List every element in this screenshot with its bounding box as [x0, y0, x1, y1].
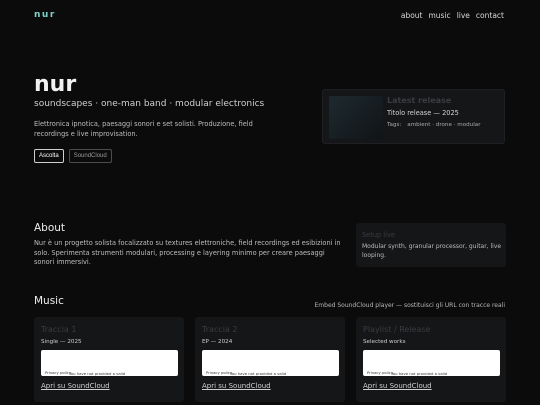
- top-bar: nur about music live contact: [0, 0, 540, 30]
- nav-link-about[interactable]: about: [401, 11, 423, 20]
- hero-buttons: Ascolta SoundCloud: [34, 149, 112, 163]
- setup-title: Setup live: [362, 231, 395, 239]
- open-soundcloud-link[interactable]: Apri su SoundCloud: [363, 382, 432, 390]
- hero-description: Elettronica ipnotica, paesaggi sonori e …: [34, 120, 253, 138]
- release-tags-label: Tags:: [387, 122, 402, 128]
- track-card: Traccia 2 EP — 2024 Privacy policy You h…: [195, 317, 345, 402]
- nav-link-music[interactable]: music: [429, 11, 451, 20]
- soundcloud-button[interactable]: SoundCloud: [68, 149, 112, 163]
- soundcloud-embed[interactable]: Privacy policy You have not provided a v…: [363, 350, 500, 376]
- brand-logo[interactable]: nur: [34, 10, 56, 20]
- open-soundcloud-link[interactable]: Apri su SoundCloud: [202, 382, 271, 390]
- setup-text: Modular synth, granular processor, guita…: [362, 243, 502, 259]
- about-heading: About: [34, 222, 66, 234]
- hero-title: nur: [34, 72, 77, 97]
- latest-release-card[interactable]: Latest release Titolo release — 2025 Tag…: [322, 89, 505, 144]
- track-subtitle: Selected works: [363, 339, 406, 345]
- embed-note: Embed SoundCloud player — sostituisci gl…: [314, 302, 506, 309]
- music-heading: Music: [34, 295, 64, 307]
- embed-message: You have not provided a valid: [230, 371, 287, 376]
- nav-link-live[interactable]: live: [457, 11, 470, 20]
- release-title: Titolo release — 2025: [387, 109, 459, 117]
- about-text: Nur è un progetto solista focalizzato su…: [34, 239, 341, 266]
- track-title: Traccia 2: [202, 325, 238, 334]
- embed-privacy-link[interactable]: Privacy policy: [206, 370, 232, 375]
- music-cards: Traccia 1 Single — 2025 Privacy policy Y…: [34, 317, 506, 402]
- release-tags-values: ambient · drone · modular: [407, 122, 481, 128]
- soundcloud-embed[interactable]: Privacy policy You have not provided a v…: [41, 350, 178, 376]
- nav-link-contact[interactable]: contact: [476, 11, 504, 20]
- track-title: Playlist / Release: [363, 325, 431, 334]
- track-subtitle: Single — 2025: [41, 339, 82, 345]
- embed-privacy-link[interactable]: Privacy policy: [45, 370, 71, 375]
- embed-message: You have not provided a valid: [69, 371, 126, 376]
- release-artwork: [329, 96, 383, 139]
- release-label: Latest release: [387, 96, 452, 105]
- embed-privacy-link[interactable]: Privacy policy: [367, 370, 393, 375]
- main-nav: about music live contact: [401, 11, 504, 20]
- open-soundcloud-link[interactable]: Apri su SoundCloud: [41, 382, 110, 390]
- release-tags: Tags: ambient · drone · modular: [387, 122, 481, 128]
- track-title: Traccia 1: [41, 325, 77, 334]
- track-card: Traccia 1 Single — 2025 Privacy policy Y…: [34, 317, 184, 402]
- embed-message: You have not provided a valid: [391, 371, 448, 376]
- hero-subtitle: soundscapes · one-man band · modular ele…: [34, 99, 265, 109]
- listen-button[interactable]: Ascolta: [34, 149, 64, 163]
- setup-card: Setup live Modular synth, granular proce…: [356, 223, 506, 267]
- soundcloud-embed[interactable]: Privacy policy You have not provided a v…: [202, 350, 339, 376]
- track-subtitle: EP — 2024: [202, 339, 233, 345]
- track-card: Playlist / Release Selected works Privac…: [356, 317, 506, 402]
